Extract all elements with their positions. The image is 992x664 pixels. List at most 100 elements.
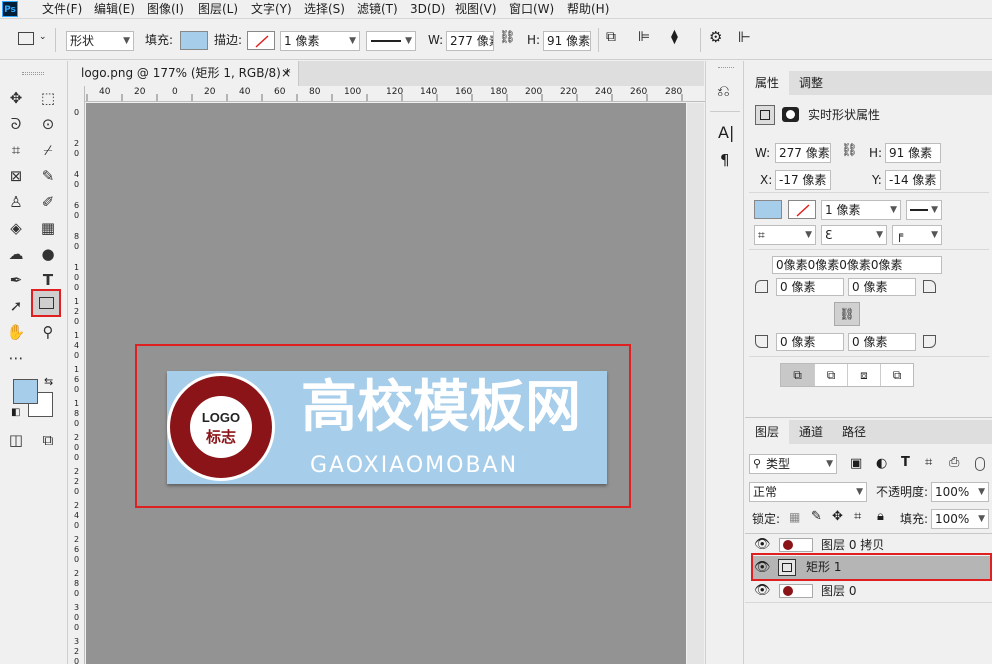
prop-fill-swatch[interactable] <box>754 200 782 219</box>
align-edges-icon[interactable]: ⊩ <box>738 28 751 46</box>
hand-tool-icon[interactable]: ✋ <box>5 321 27 343</box>
prop-stroke-type-select[interactable]: ▼ <box>906 200 942 220</box>
rectangle-tool-preset-icon[interactable] <box>18 32 34 45</box>
link-icon[interactable]: ⛓ <box>841 143 858 158</box>
prop-y-input[interactable]: -14 像素 <box>885 170 941 190</box>
paragraph-panel-icon[interactable]: ¶ <box>720 151 730 169</box>
pen-tool-icon[interactable]: ✒ <box>5 269 27 291</box>
filter-toggle-icon[interactable] <box>975 457 985 471</box>
link-icon[interactable]: ⛓ <box>499 30 516 45</box>
prop-width-input[interactable]: 277 像素 <box>775 143 831 163</box>
move-tool-icon[interactable]: ✥ <box>5 87 27 109</box>
type-tool-icon[interactable]: T <box>37 269 59 291</box>
fill-swatch[interactable] <box>180 31 208 50</box>
more-tools-icon[interactable]: ⋯ <box>5 347 27 369</box>
layer-row[interactable]: 👁︎ 图层 0 <box>745 580 992 602</box>
menu-filter[interactable]: 滤镜(T) <box>357 2 398 17</box>
corner-bl-input[interactable]: 0 像素 <box>776 333 844 351</box>
tab-paths[interactable]: 路径 <box>832 420 876 444</box>
blur-tool-icon[interactable]: ☁ <box>5 243 27 265</box>
eraser-tool-icon[interactable]: ◈ <box>5 217 27 239</box>
eyedropper-tool-icon[interactable]: ⌿ <box>37 139 59 161</box>
marquee-tool-icon[interactable]: ⬚ <box>37 87 59 109</box>
exclude-shapes-icon[interactable]: ⧉ <box>880 364 913 386</box>
zoom-tool-icon[interactable]: ⚲ <box>37 321 59 343</box>
lasso-tool-icon[interactable]: ᘐ <box>5 113 27 135</box>
menu-3d[interactable]: 3D(D) <box>410 2 445 17</box>
history-icon[interactable]: ⎌ <box>717 81 730 101</box>
tab-properties[interactable]: 属性 <box>745 71 790 95</box>
width-input[interactable]: 277 像素 <box>446 31 494 51</box>
shape-properties-icon[interactable] <box>755 105 775 125</box>
history-brush-tool-icon[interactable]: ✐ <box>37 191 59 213</box>
crop-tool-icon[interactable]: ⌗ <box>5 139 27 161</box>
fill-input[interactable]: 100% ▼ <box>931 509 989 529</box>
quick-mask-icon[interactable]: ◫ <box>5 429 27 451</box>
lock-position-icon[interactable]: ✥ <box>832 509 843 524</box>
prop-x-input[interactable]: -17 像素 <box>775 170 831 190</box>
combine-shapes-icon[interactable]: ⧉ <box>781 364 814 386</box>
brush-tool-icon[interactable]: ✎ <box>37 165 59 187</box>
stroke-corners-select[interactable]: ╒ ▼ <box>892 225 942 245</box>
path-selection-tool-icon[interactable]: ➚ <box>5 295 27 317</box>
menu-select[interactable]: 选择(S) <box>304 2 345 17</box>
swap-colors-icon[interactable]: ⇆ <box>44 375 53 388</box>
healing-brush-tool-icon[interactable]: ⊠ <box>5 165 27 187</box>
canvas-scrollbar[interactable] <box>687 103 704 664</box>
eye-icon[interactable]: 👁︎ <box>754 580 771 602</box>
close-icon[interactable]: × <box>281 61 291 85</box>
menu-layer[interactable]: 图层(L) <box>198 2 238 17</box>
tab-adjustments[interactable]: 调整 <box>789 71 833 95</box>
screen-mode-icon[interactable]: ⧉ <box>37 429 59 451</box>
path-alignment-icon[interactable]: ⊫ <box>638 29 650 45</box>
gear-icon[interactable]: ⚙ <box>709 28 722 46</box>
stroke-width-select[interactable]: 1 像素 ▼ <box>280 31 360 51</box>
path-operations-icon[interactable]: ⧉ <box>606 29 616 45</box>
corner-br-input[interactable]: 0 像素 <box>848 333 916 351</box>
filter-pixel-icon[interactable]: ▣ <box>850 456 862 471</box>
lock-artboard-icon[interactable]: ⌗ <box>854 509 861 524</box>
height-input[interactable]: 91 像素 <box>543 31 591 51</box>
clone-stamp-tool-icon[interactable]: ♙ <box>5 191 27 213</box>
lock-image-icon[interactable]: ✎ <box>811 509 822 524</box>
horizontal-ruler[interactable]: 40 20 0 20 40 60 80 100 120 140 160 180 … <box>85 86 705 102</box>
prop-height-input[interactable]: 91 像素 <box>885 143 941 163</box>
character-panel-icon[interactable]: A| <box>718 123 734 142</box>
path-arrangement-icon[interactable]: ⧫ <box>671 29 678 45</box>
stroke-type-select[interactable]: ▼ <box>366 31 416 51</box>
gradient-tool-icon[interactable]: ▦ <box>37 217 59 239</box>
stroke-swatch[interactable] <box>247 31 275 50</box>
chevron-down-icon[interactable]: ⌄ <box>39 32 47 42</box>
menu-help[interactable]: 帮助(H) <box>567 2 609 17</box>
mask-properties-icon[interactable] <box>782 107 799 122</box>
corner-tr-input[interactable]: 0 像素 <box>848 278 916 296</box>
corner-tl-input[interactable]: 0 像素 <box>776 278 844 296</box>
intersect-shapes-icon[interactable]: ⧈ <box>847 364 880 386</box>
lock-all-icon[interactable]: 🔒︎ <box>877 509 884 524</box>
menu-file[interactable]: 文件(F) <box>42 2 82 17</box>
filter-type-icon[interactable]: T <box>901 455 910 470</box>
foreground-color-swatch[interactable] <box>13 379 38 404</box>
layer-filter-select[interactable]: ⚲ 类型 ▼ <box>749 454 837 474</box>
filter-smart-object-icon[interactable]: ⎙ <box>949 455 959 470</box>
lock-transparent-icon[interactable]: ▦ <box>789 510 800 524</box>
link-corners-icon[interactable]: ⛓ <box>834 302 860 326</box>
menu-window[interactable]: 窗口(W) <box>509 2 554 17</box>
blend-mode-select[interactable]: 正常 ▼ <box>749 482 867 502</box>
menu-type[interactable]: 文字(Y) <box>251 2 292 17</box>
filter-adjustment-icon[interactable]: ◐ <box>876 456 887 471</box>
corner-radius-all-input[interactable]: 0像素0像素0像素0像素 <box>772 256 942 274</box>
prop-stroke-swatch[interactable] <box>788 200 816 219</box>
default-colors-icon[interactable]: ◧ <box>11 407 20 418</box>
stroke-caps-select[interactable]: Ɛ ▼ <box>821 225 887 245</box>
tab-channels[interactable]: 通道 <box>789 420 833 444</box>
vertical-ruler[interactable]: 0 2 0 4 0 6 0 8 0 1 0 0 1 2 0 1 4 0 1 6 … <box>69 86 85 664</box>
menu-edit[interactable]: 编辑(E) <box>94 2 135 17</box>
tab-layers[interactable]: 图层 <box>745 420 790 444</box>
subtract-shapes-icon[interactable]: ⧉ <box>814 364 847 386</box>
dodge-tool-icon[interactable]: ● <box>37 243 59 265</box>
menu-image[interactable]: 图像(I) <box>147 2 184 17</box>
tool-mode-select[interactable]: 形状 ▼ <box>66 31 134 51</box>
opacity-input[interactable]: 100% ▼ <box>931 482 989 502</box>
filter-shape-icon[interactable]: ⌗ <box>925 455 932 470</box>
